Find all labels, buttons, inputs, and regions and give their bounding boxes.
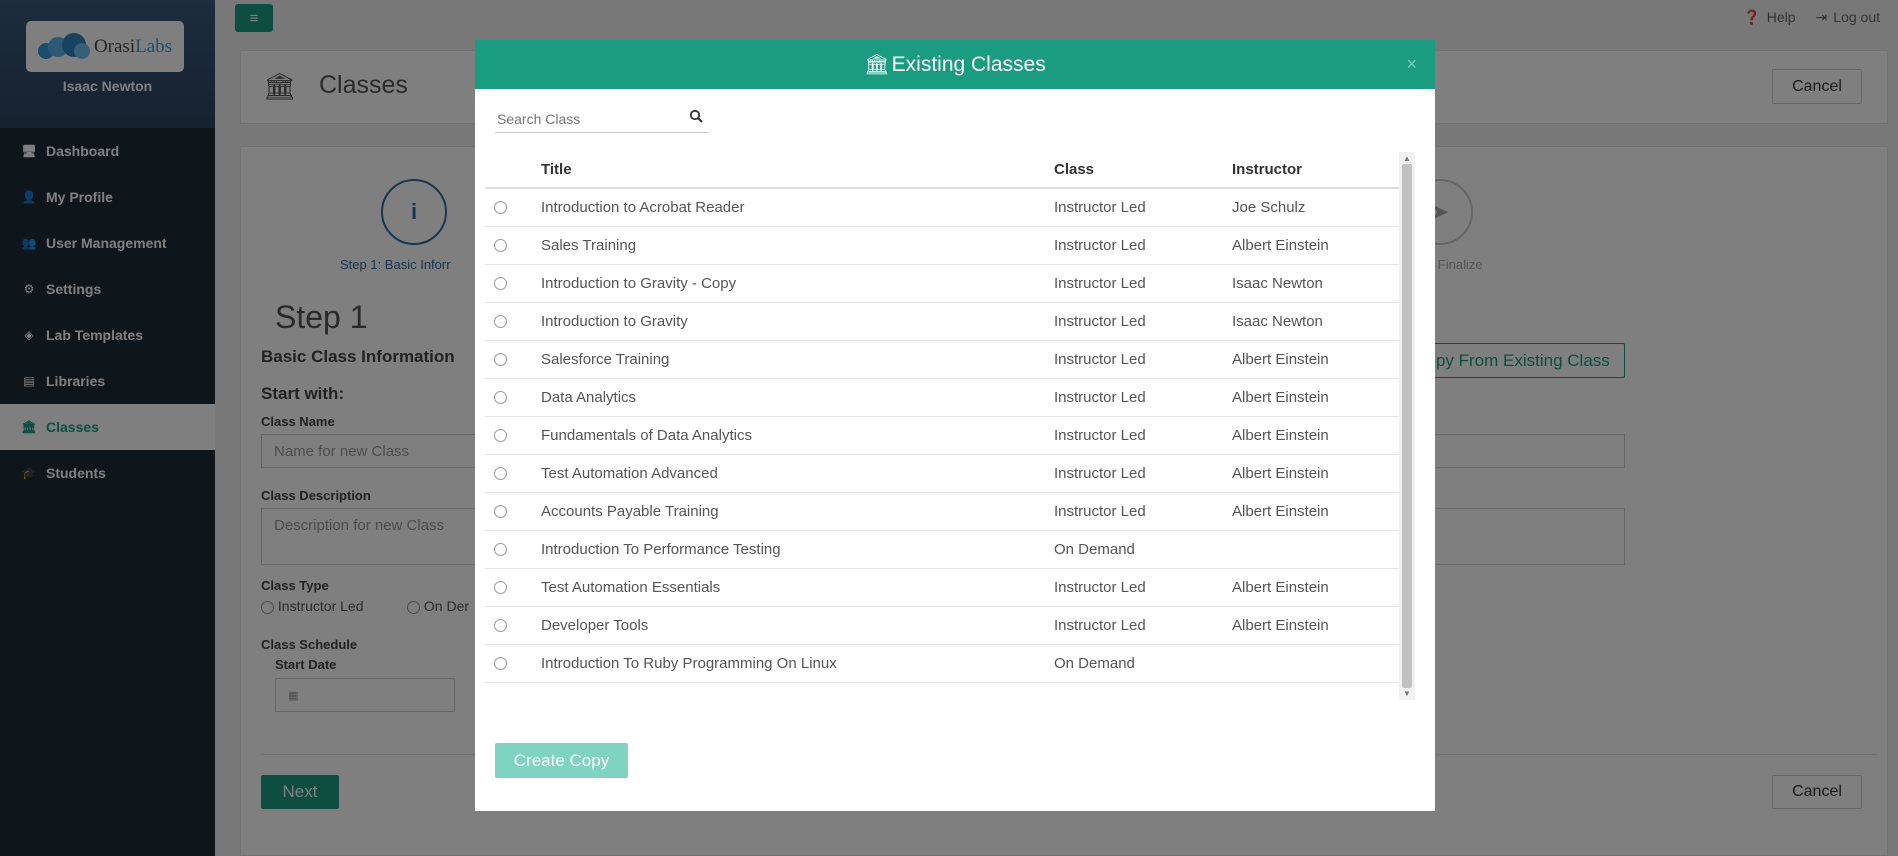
radio-button[interactable] <box>494 391 507 405</box>
classes-table: Title Class Instructor Introduction to A… <box>485 152 1399 683</box>
instructor-cell: Albert Einstein <box>1232 416 1399 455</box>
search-box <box>495 105 709 133</box>
class-type-cell: Instructor Led <box>1054 454 1232 493</box>
table-row[interactable]: Test Automation Advanced Instructor Led Al… <box>485 454 1399 493</box>
table-row[interactable]: Data Analytics Instructor Led Albert Einst… <box>485 378 1399 417</box>
instructor-cell: Joe Schulz <box>1232 188 1399 227</box>
radio-button[interactable] <box>494 467 507 481</box>
radio-button[interactable] <box>494 619 507 633</box>
radio-button[interactable] <box>494 543 507 557</box>
class-title-cell: Accounts Payable Training <box>541 492 1054 531</box>
table-row[interactable]: Introduction to Gravity - Copy Instructor… <box>485 264 1399 303</box>
class-type-cell: Instructor Led <box>1054 416 1232 455</box>
instructor-cell: Isaac Newton <box>1232 302 1399 341</box>
class-type-cell: Instructor Led <box>1054 492 1232 531</box>
class-type-cell: Instructor Led <box>1054 264 1232 303</box>
instructor-cell: Albert Einstein <box>1232 568 1399 607</box>
row-radio[interactable] <box>485 454 541 493</box>
table-header-row: Title Class Instructor <box>485 152 1399 189</box>
instructor-cell: Albert Einstein <box>1232 340 1399 379</box>
row-radio[interactable] <box>485 606 541 645</box>
class-type-cell: On Demand <box>1054 530 1232 569</box>
radio-button[interactable] <box>494 429 507 443</box>
table-row[interactable]: Introduction to Gravity Instructor Led Isa… <box>485 302 1399 341</box>
instructor-cell: Albert Einstein <box>1232 378 1399 417</box>
bank-icon: 🏛 <box>864 54 890 76</box>
scroll-down-arrow-icon[interactable]: ▼ <box>1399 689 1415 698</box>
class-type-cell: Instructor Led <box>1054 568 1232 607</box>
instructor-cell: Albert Einstein <box>1232 606 1399 645</box>
class-title-cell: Introduction to Acrobat Reader <box>541 188 1054 227</box>
classes-table-scroll[interactable]: Title Class Instructor Introduction to A… <box>485 152 1399 700</box>
row-radio[interactable] <box>485 188 541 227</box>
row-radio[interactable] <box>485 492 541 531</box>
instructor-cell <box>1232 530 1399 569</box>
class-title-cell: Test Automation Advanced <box>541 454 1054 493</box>
row-radio[interactable] <box>485 226 541 265</box>
instructor-column-header: Instructor <box>1232 152 1399 189</box>
table-row[interactable]: Fundamentals of Data Analytics Instructor… <box>485 416 1399 455</box>
class-title-cell: Test Automation Essentials <box>541 568 1054 607</box>
class-type-cell: Instructor Led <box>1054 606 1232 645</box>
table-row[interactable]: Introduction To Performance Testing On De… <box>485 530 1399 569</box>
class-type-cell: Instructor Led <box>1054 378 1232 417</box>
scroll-up-arrow-icon[interactable]: ▲ <box>1399 154 1415 163</box>
class-type-cell: On Demand <box>1054 644 1232 683</box>
row-radio[interactable] <box>485 340 541 379</box>
radio-button[interactable] <box>494 277 507 291</box>
scrollbar-thumb[interactable] <box>1402 164 1412 688</box>
radio-button[interactable] <box>494 505 507 519</box>
search-input[interactable] <box>495 110 675 127</box>
table-row[interactable]: Developer Tools Instructor Led Albert Eins… <box>485 606 1399 645</box>
radio-button[interactable] <box>494 239 507 253</box>
create-copy-button[interactable]: Create Copy <box>495 743 628 778</box>
class-title-cell: Developer Tools <box>541 606 1054 645</box>
existing-classes-modal: 🏛 Existing Classes × Title Class Instruc… <box>475 40 1435 811</box>
select-column-header <box>485 152 541 189</box>
instructor-cell <box>1232 644 1399 683</box>
table-scrollbar[interactable]: ▲ ▼ <box>1399 152 1415 700</box>
radio-button[interactable] <box>494 315 507 329</box>
class-type-cell: Instructor Led <box>1054 226 1232 265</box>
row-radio[interactable] <box>485 416 541 455</box>
table-row[interactable]: Salesforce Training Instructor Led Albert … <box>485 340 1399 379</box>
instructor-cell: Isaac Newton <box>1232 264 1399 303</box>
search-icon[interactable] <box>689 109 703 123</box>
radio-button[interactable] <box>494 657 507 671</box>
class-type-cell: Instructor Led <box>1054 340 1232 379</box>
class-title-cell: Introduction to Gravity - Copy <box>541 264 1054 303</box>
class-title-cell: Sales Training <box>541 226 1054 265</box>
class-title-cell: Introduction to Gravity <box>541 302 1054 341</box>
class-title-cell: Salesforce Training <box>541 340 1054 379</box>
title-column-header: Title <box>541 152 1054 189</box>
instructor-cell: Albert Einstein <box>1232 492 1399 531</box>
row-radio[interactable] <box>485 530 541 569</box>
instructor-cell: Albert Einstein <box>1232 226 1399 265</box>
instructor-cell: Albert Einstein <box>1232 454 1399 493</box>
close-icon[interactable]: × <box>1406 54 1417 75</box>
row-radio[interactable] <box>485 378 541 417</box>
table-row[interactable]: Sales Training Instructor Led Albert Einst… <box>485 226 1399 265</box>
radio-button[interactable] <box>494 581 507 595</box>
row-radio[interactable] <box>485 302 541 341</box>
row-radio[interactable] <box>485 264 541 303</box>
class-title-cell: Fundamentals of Data Analytics <box>541 416 1054 455</box>
classes-table-container: Title Class Instructor Introduction to A… <box>485 152 1415 700</box>
class-column-header: Class <box>1054 152 1232 189</box>
table-row[interactable]: Introduction To Ruby Programming On Linu… <box>485 644 1399 683</box>
class-type-cell: Instructor Led <box>1054 302 1232 341</box>
modal-title: Existing Classes <box>891 52 1046 76</box>
class-title-cell: Introduction To Performance Testing <box>541 530 1054 569</box>
table-row[interactable]: Test Automation Essentials Instructor Led… <box>485 568 1399 607</box>
class-type-cell: Instructor Led <box>1054 188 1232 227</box>
class-title-cell: Introduction To Ruby Programming On Linu… <box>541 644 1054 683</box>
radio-button[interactable] <box>494 353 507 367</box>
class-title-cell: Data Analytics <box>541 378 1054 417</box>
table-row[interactable]: Accounts Payable Training Instructor Led A… <box>485 492 1399 531</box>
row-radio[interactable] <box>485 568 541 607</box>
row-radio[interactable] <box>485 644 541 683</box>
radio-button[interactable] <box>494 201 507 215</box>
table-row[interactable]: Introduction to Acrobat Reader Instructor… <box>485 188 1399 227</box>
modal-header: 🏛 Existing Classes × <box>475 40 1435 89</box>
